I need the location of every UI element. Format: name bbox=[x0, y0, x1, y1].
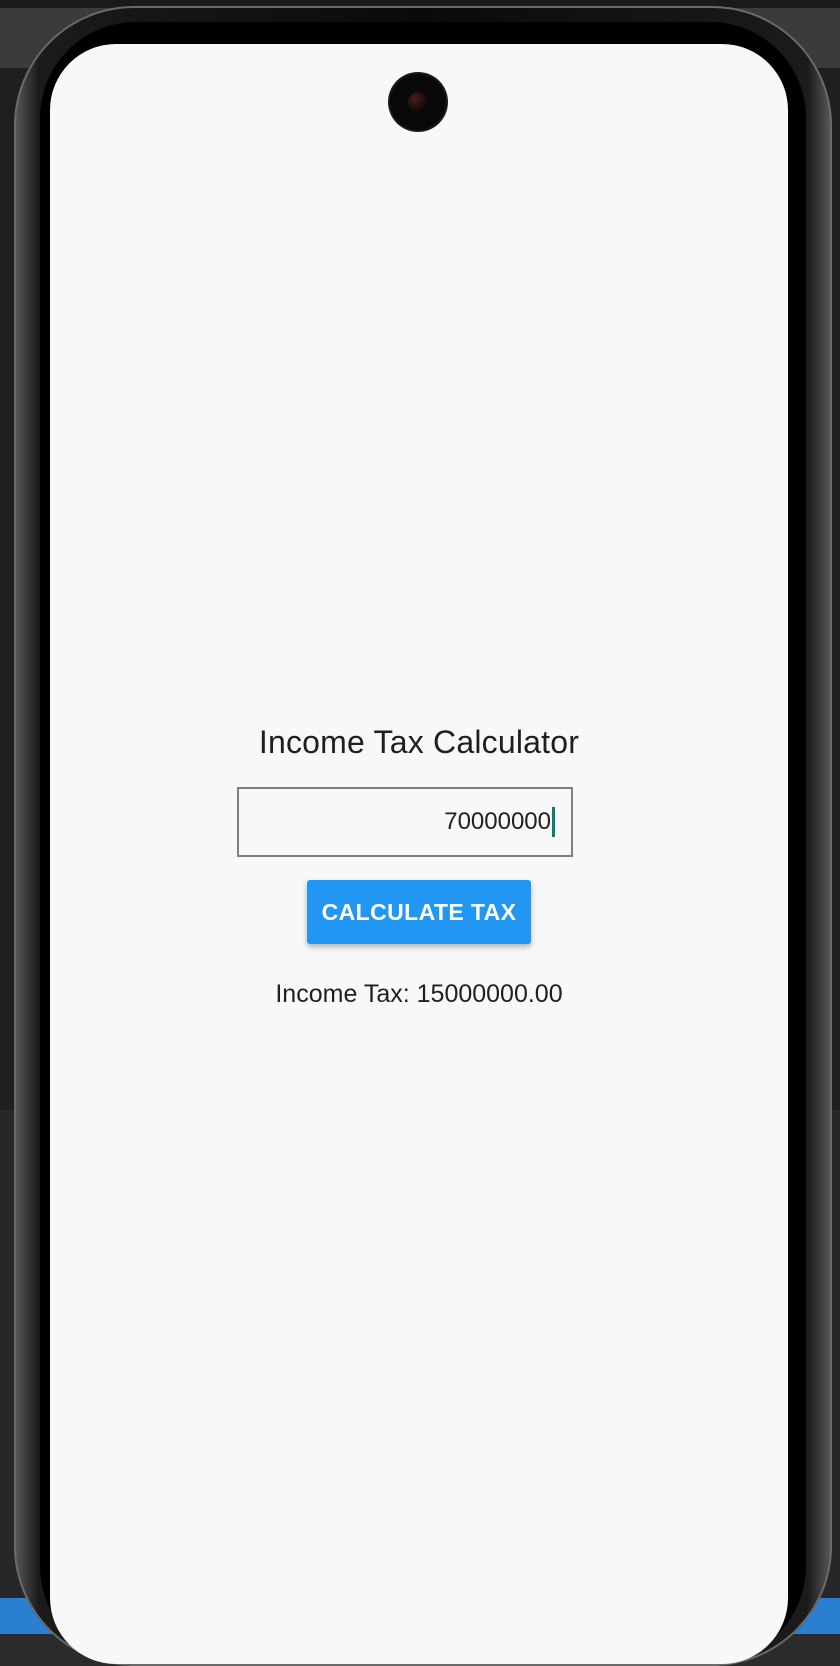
income-tax-result: Income Tax: 15000000.00 bbox=[275, 980, 563, 1008]
calculate-tax-button[interactable]: CALCULATE TAX bbox=[307, 880, 531, 944]
phone-screen: Income Tax Calculator CALCULATE TAX Inco… bbox=[50, 44, 788, 1664]
text-caret bbox=[552, 807, 555, 837]
app-content: Income Tax Calculator CALCULATE TAX Inco… bbox=[50, 44, 788, 1664]
income-input[interactable] bbox=[237, 787, 573, 857]
app-title: Income Tax Calculator bbox=[258, 724, 580, 760]
